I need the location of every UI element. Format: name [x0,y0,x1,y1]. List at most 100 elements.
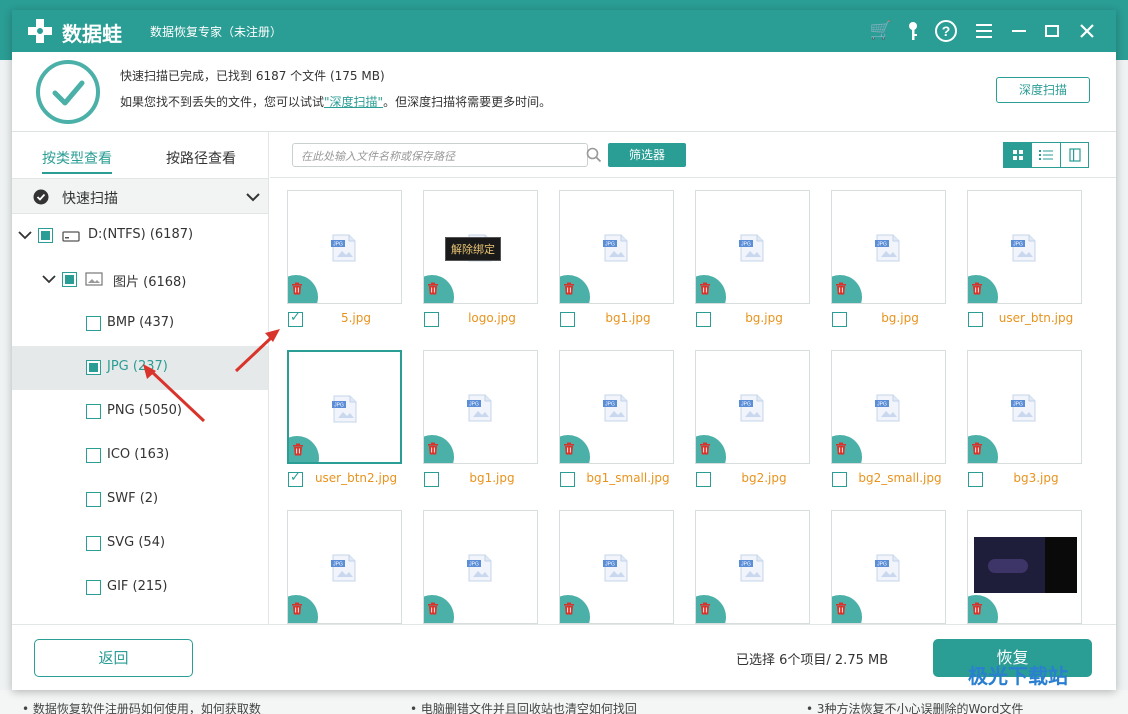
delete-badge[interactable] [832,435,862,463]
file-name: logo.jpg [468,311,516,325]
delete-badge[interactable] [696,435,726,463]
file-checkbox[interactable] [832,472,847,487]
tab-by-path[interactable]: 按路径查看 [166,144,236,174]
back-button[interactable]: 返回 [34,639,193,677]
delete-badge[interactable] [968,275,998,303]
file-thumbnail[interactable]: JPG [287,190,402,304]
image-preview [974,537,1077,593]
delete-badge[interactable] [288,275,318,303]
file-thumbnail[interactable]: JPG [559,510,674,624]
delete-badge[interactable] [560,595,590,623]
file-checkbox[interactable] [968,312,983,327]
help-icon[interactable]: ? [934,19,958,43]
folder-checkbox[interactable] [62,272,77,287]
delete-badge[interactable] [968,595,998,623]
file-type-label: JPG [741,402,751,408]
delete-badge[interactable] [424,435,454,463]
file-thumbnail[interactable]: JPG [559,190,674,304]
file-checkbox[interactable] [288,310,303,327]
file-checkbox[interactable] [288,470,303,487]
file-checkbox[interactable] [424,312,439,327]
file-thumbnail[interactable]: JPG [559,350,674,464]
file-checkbox[interactable] [968,472,983,487]
file-thumbnail[interactable]: JPG [695,350,810,464]
scan-complete-icon [36,60,100,124]
file-type-label: JPG [469,562,479,568]
check-circle-icon [33,189,49,205]
chevron-down-icon[interactable] [245,191,261,203]
delete-badge[interactable] [424,595,454,623]
tree-type-gif[interactable]: GIF (215) [12,566,268,610]
drive-checkbox[interactable] [38,228,53,243]
file-thumbnail[interactable]: JPG [967,190,1082,304]
file-thumbnail[interactable]: JPG [695,190,810,304]
tree-type-svg[interactable]: SVG (54) [12,522,268,566]
file-thumbnail[interactable]: JPG [423,510,538,624]
delete-badge[interactable] [560,275,590,303]
list-view-icon[interactable] [1032,143,1060,167]
detail-view-icon[interactable] [1060,143,1088,167]
delete-badge[interactable] [696,595,726,623]
filter-button[interactable]: 筛选器 [608,143,686,167]
file-thumbnail[interactable]: JPG [967,350,1082,464]
chevron-down-icon[interactable] [42,274,56,284]
file-thumbnail[interactable]: JPG [423,350,538,464]
folder-label: 图片 (6168) [113,275,187,290]
jpg-checkbox[interactable] [86,360,101,375]
key-icon[interactable] [901,19,925,43]
file-thumbnail[interactable]: JPG [287,510,402,624]
delete-badge[interactable] [696,275,726,303]
file-grid: JPG 5.jpg JPG logo.jpg JPG bg1.jpg JPG bg.jpg JP… [270,178,1116,624]
gif-checkbox[interactable] [86,580,101,595]
file-thumbnail[interactable]: JPG [831,190,946,304]
tree-drive[interactable]: D:(NTFS) (6187) [12,214,268,258]
file-checkbox[interactable] [560,312,575,327]
delete-badge[interactable] [424,275,454,303]
file-thumbnail[interactable]: JPG [831,350,946,464]
tree-folder-images[interactable]: 图片 (6168) [12,258,268,302]
tab-by-type[interactable]: 按类型查看 [42,144,112,174]
ico-checkbox[interactable] [86,448,101,463]
search-input[interactable]: 在此处输入文件名称或保存路径 [292,143,588,167]
delete-badge[interactable] [968,435,998,463]
delete-badge[interactable] [289,436,319,462]
tree-type-swf[interactable]: SWF (2) [12,478,268,522]
bmp-checkbox[interactable] [86,316,101,331]
tree-type-bmp[interactable]: BMP (437) [12,302,268,346]
search-icon[interactable] [586,147,602,163]
file-thumbnail[interactable]: JPG [287,350,402,464]
tree-type-png[interactable]: PNG (5050) [12,390,268,434]
svg-checkbox[interactable] [86,536,101,551]
close-icon[interactable] [1075,19,1099,43]
cart-icon[interactable]: 🛒 [869,19,893,43]
jpg-file-icon: JPG [875,394,900,422]
file-name: 5.jpg [340,311,372,325]
maximize-icon[interactable] [1040,19,1064,43]
file-checkbox[interactable] [696,312,711,327]
deep-scan-link[interactable]: "深度扫描" [324,95,383,109]
file-thumbnail[interactable]: JPG [695,510,810,624]
chevron-down-icon[interactable] [18,230,32,240]
file-checkbox[interactable] [424,472,439,487]
grid-view-icon[interactable] [1004,143,1032,167]
tree-type-jpg[interactable]: JPG (237) [12,346,268,390]
tree-type-ico[interactable]: ICO (163) [12,434,268,478]
png-checkbox[interactable] [86,404,101,419]
quick-scan-header[interactable]: 快速扫描 [12,178,268,214]
delete-badge[interactable] [832,595,862,623]
menu-icon[interactable] [972,19,996,43]
file-thumbnail[interactable]: JPG [831,510,946,624]
file-checkbox[interactable] [832,312,847,327]
delete-badge[interactable] [560,435,590,463]
delete-badge[interactable] [832,275,862,303]
file-thumbnail[interactable] [967,510,1082,624]
file-checkbox[interactable] [560,472,575,487]
swf-checkbox[interactable] [86,492,101,507]
deep-scan-button[interactable]: 深度扫描 [996,77,1090,103]
jpg-file-icon: JPG [875,234,900,262]
delete-badge[interactable] [288,595,318,623]
file-checkbox[interactable] [696,472,711,487]
trash-icon [564,442,574,455]
jpg-file-icon: JPG [739,394,764,422]
minimize-icon[interactable] [1007,19,1031,43]
